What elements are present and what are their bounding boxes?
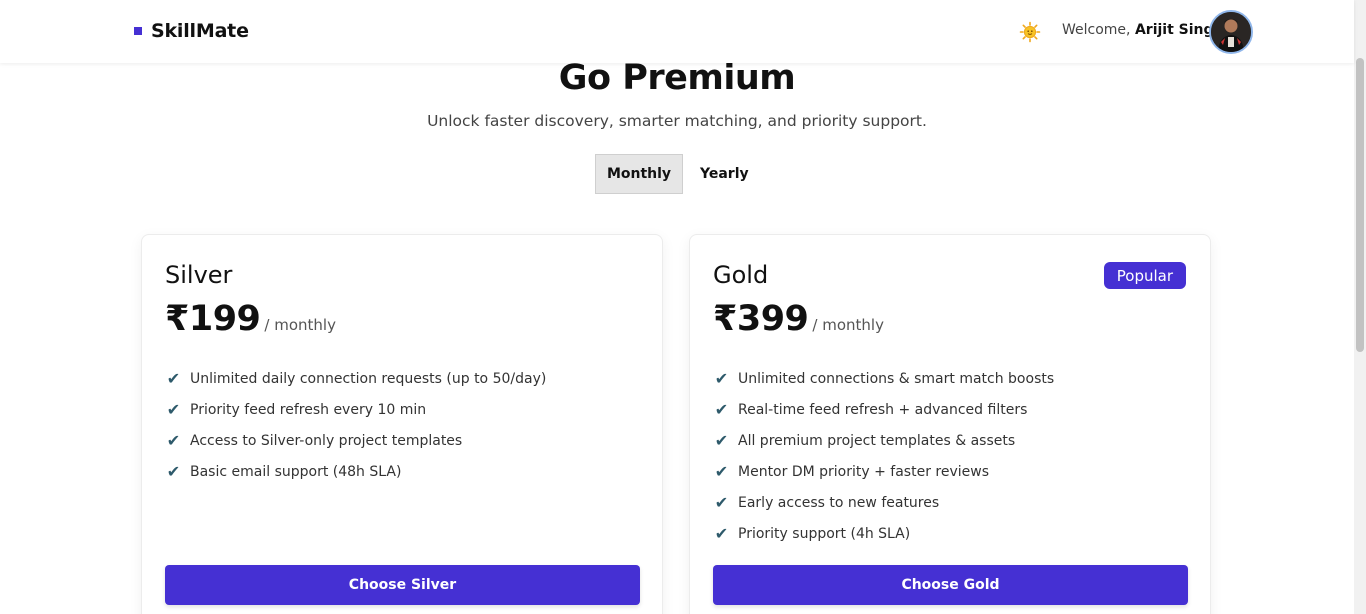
avatar[interactable] xyxy=(1209,10,1253,54)
billing-period-toggle: Monthly Yearly xyxy=(595,154,766,194)
check-icon: ✔ xyxy=(166,400,181,419)
page-title: Go Premium xyxy=(558,58,796,98)
feature-text: Real-time feed refresh + advanced filter… xyxy=(738,401,1028,418)
check-icon: ✔ xyxy=(714,462,729,481)
check-icon: ✔ xyxy=(166,462,181,481)
price-row: ₹199 / monthly xyxy=(165,299,336,339)
feature-list: ✔ Unlimited connections & smart match boo… xyxy=(713,363,1054,549)
welcome-text: Welcome, Arijit Singh xyxy=(1062,22,1224,38)
choose-gold-button[interactable]: Choose Gold xyxy=(713,565,1188,605)
page-scrollbar[interactable] xyxy=(1354,0,1366,614)
feature-item: ✔ Real-time feed refresh + advanced filte… xyxy=(713,394,1054,425)
feature-list: ✔ Unlimited daily connection requests (up… xyxy=(165,363,547,487)
plan-card-gold: Gold Popular ₹399 / monthly ✔ Unlimited c… xyxy=(689,234,1211,614)
monthly-toggle-button[interactable]: Monthly xyxy=(595,154,683,194)
feature-item: ✔ Access to Silver-only project templates xyxy=(165,425,546,456)
scrollbar-thumb[interactable] xyxy=(1356,58,1364,352)
feature-text: Early access to new features xyxy=(738,494,940,511)
plan-price: ₹199 xyxy=(165,299,261,339)
feature-text: Priority support (4h SLA) xyxy=(738,525,911,542)
plan-card-silver: Silver ₹199 / monthly ✔ Unlimited daily c… xyxy=(141,234,663,614)
plan-period: / monthly xyxy=(264,316,336,334)
price-row: ₹399 / monthly xyxy=(713,299,884,339)
feature-item: ✔ Early access to new features xyxy=(713,487,1054,518)
feature-item: ✔ Basic email support (48h SLA) xyxy=(165,456,546,487)
feature-item: ✔ Unlimited daily connection requests (up… xyxy=(165,363,547,394)
popular-badge: Popular xyxy=(1103,262,1186,289)
feature-text: Unlimited connections & smart match boos… xyxy=(738,370,1055,387)
feature-text: Access to Silver-only project templates xyxy=(190,432,463,449)
brand-mark xyxy=(134,27,142,35)
feature-text: Mentor DM priority + faster reviews xyxy=(738,463,989,480)
top-nav: SkillMate Welcome, Arijit Singh xyxy=(0,0,1354,63)
check-icon: ✔ xyxy=(714,524,729,543)
feature-item: ✔ Priority support (4h SLA) xyxy=(713,518,1054,549)
plan-name: Gold xyxy=(713,261,769,289)
feature-text: Priority feed refresh every 10 min xyxy=(190,401,427,418)
feature-text: Basic email support (48h SLA) xyxy=(190,463,402,480)
sun-icon[interactable] xyxy=(1018,20,1042,44)
check-icon: ✔ xyxy=(166,431,181,450)
check-icon: ✔ xyxy=(714,431,729,450)
feature-text: Unlimited daily connection requests (up … xyxy=(190,370,547,387)
welcome-prefix: Welcome, xyxy=(1062,22,1131,38)
feature-item: ✔ Mentor DM priority + faster reviews xyxy=(713,456,1054,487)
yearly-toggle-button[interactable]: Yearly xyxy=(683,154,766,194)
plan-price: ₹399 xyxy=(713,299,809,339)
check-icon: ✔ xyxy=(714,493,729,512)
feature-item: ✔ Priority feed refresh every 10 min xyxy=(165,394,546,425)
brand-name: SkillMate xyxy=(151,20,249,42)
plan-period: / monthly xyxy=(812,316,884,334)
feature-item: ✔ All premium project templates & assets xyxy=(713,425,1054,456)
feature-text: All premium project templates & assets xyxy=(738,432,1016,449)
check-icon: ✔ xyxy=(166,369,181,388)
page-subtitle: Unlock faster discovery, smarter matchin… xyxy=(427,112,927,130)
brand-logo[interactable]: SkillMate xyxy=(134,20,249,42)
plan-name: Silver xyxy=(165,261,233,289)
choose-silver-button[interactable]: Choose Silver xyxy=(165,565,640,605)
check-icon: ✔ xyxy=(714,369,729,388)
check-icon: ✔ xyxy=(714,400,729,419)
feature-item: ✔ Unlimited connections & smart match boo… xyxy=(713,363,1054,394)
